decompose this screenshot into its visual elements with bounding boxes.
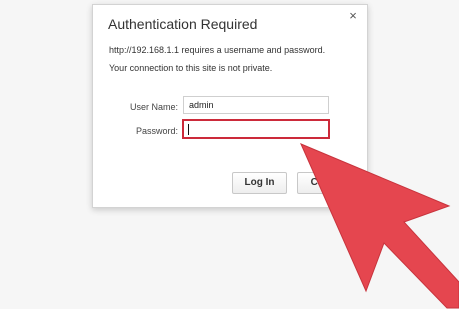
password-field[interactable] [182, 119, 330, 139]
login-button[interactable]: Log In [232, 172, 287, 194]
password-label: Password: [135, 126, 178, 136]
dialog-message-url: http://192.168.1.1 requires a username a… [109, 45, 326, 55]
close-icon[interactable]: × [346, 9, 360, 23]
username-field[interactable]: admin [183, 96, 329, 114]
dialog-message-privacy: Your connection to this site is not priv… [109, 63, 273, 73]
username-label: User Name: [129, 102, 178, 112]
dialog-title: Authentication Required [108, 16, 258, 32]
cancel-button[interactable]: Cancel [297, 172, 357, 194]
text-caret [188, 124, 189, 135]
auth-dialog: Authentication Required × http://192.168… [92, 4, 368, 208]
